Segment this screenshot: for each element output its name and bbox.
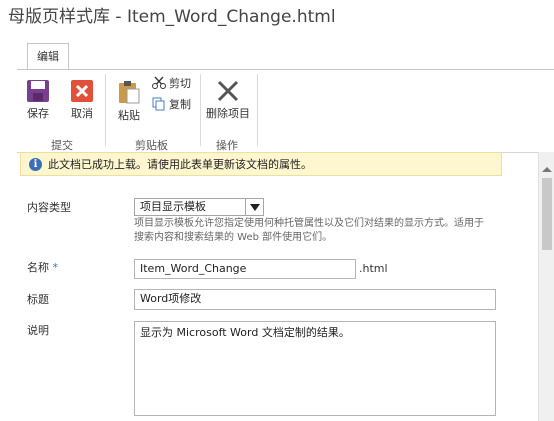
name-label: 名称 * bbox=[27, 259, 58, 275]
content-type-help: 项目显示模板允许您指定使用何种托管属性以及它们对结果的显示方式。适用于搜索内容和… bbox=[134, 218, 484, 243]
info-banner: i 此文档已成功上载。请使用此表单更新该文档的属性。 bbox=[20, 152, 502, 176]
paste-label: 粘贴 bbox=[118, 109, 140, 122]
window-title: 母版页样式库 - Item_Word_Change.html bbox=[8, 7, 336, 27]
delete-item-label: 删除项目 bbox=[206, 107, 250, 120]
save-button[interactable]: 保存 bbox=[26, 79, 50, 121]
group-label-actions: 操作 bbox=[216, 139, 238, 152]
save-label: 保存 bbox=[27, 107, 49, 120]
content-type-value: 项目显示模板 bbox=[140, 200, 206, 213]
group-divider bbox=[105, 74, 106, 146]
title-input[interactable]: Word项修改 bbox=[134, 289, 496, 310]
content-type-select[interactable]: 项目显示模板 bbox=[134, 198, 264, 216]
content-type-label: 内容类型 bbox=[27, 201, 71, 214]
copy-icon bbox=[152, 97, 165, 111]
info-icon: i bbox=[29, 157, 42, 171]
info-banner-text: 此文档已成功上载。请使用此表单更新该文档的属性。 bbox=[48, 158, 312, 171]
close-icon bbox=[71, 80, 93, 102]
delete-item-button[interactable]: 删除项目 bbox=[206, 79, 250, 121]
cut-label: 剪切 bbox=[169, 77, 191, 90]
tab-edit[interactable]: 编辑 bbox=[27, 43, 69, 69]
delete-icon bbox=[217, 80, 239, 102]
scroll-up-icon[interactable] bbox=[542, 167, 552, 172]
group-divider bbox=[257, 74, 258, 146]
scissors-icon bbox=[152, 76, 166, 89]
cut-button[interactable]: 剪切 bbox=[152, 75, 191, 91]
name-input[interactable]: Item_Word_Change bbox=[134, 259, 356, 279]
cancel-label: 取消 bbox=[71, 107, 93, 120]
description-textarea[interactable]: 显示为 Microsoft Word 文档定制的结果。 bbox=[134, 321, 496, 416]
title-label: 标题 bbox=[27, 293, 49, 306]
file-extension: .html bbox=[359, 262, 388, 275]
required-marker: * bbox=[52, 261, 59, 274]
name-label-text: 名称 bbox=[27, 261, 49, 274]
scrollbar-thumb[interactable] bbox=[542, 178, 552, 250]
ribbon: 保存 取消 提交 粘贴 剪切 复制 剪贴板 删除项目 操作 bbox=[17, 69, 554, 153]
description-label: 说明 bbox=[27, 324, 49, 337]
group-label-commit: 提交 bbox=[51, 139, 73, 152]
scrollbar[interactable] bbox=[538, 152, 554, 421]
group-divider bbox=[200, 74, 201, 146]
copy-button[interactable]: 复制 bbox=[152, 96, 191, 112]
cancel-button[interactable]: 取消 bbox=[70, 79, 94, 121]
chevron-down-icon[interactable] bbox=[245, 199, 263, 215]
copy-label: 复制 bbox=[169, 98, 191, 111]
group-label-clipboard: 剪贴板 bbox=[135, 139, 168, 152]
paste-button[interactable]: 粘贴 bbox=[116, 79, 142, 123]
save-icon bbox=[27, 80, 49, 102]
clipboard-icon bbox=[119, 81, 140, 104]
